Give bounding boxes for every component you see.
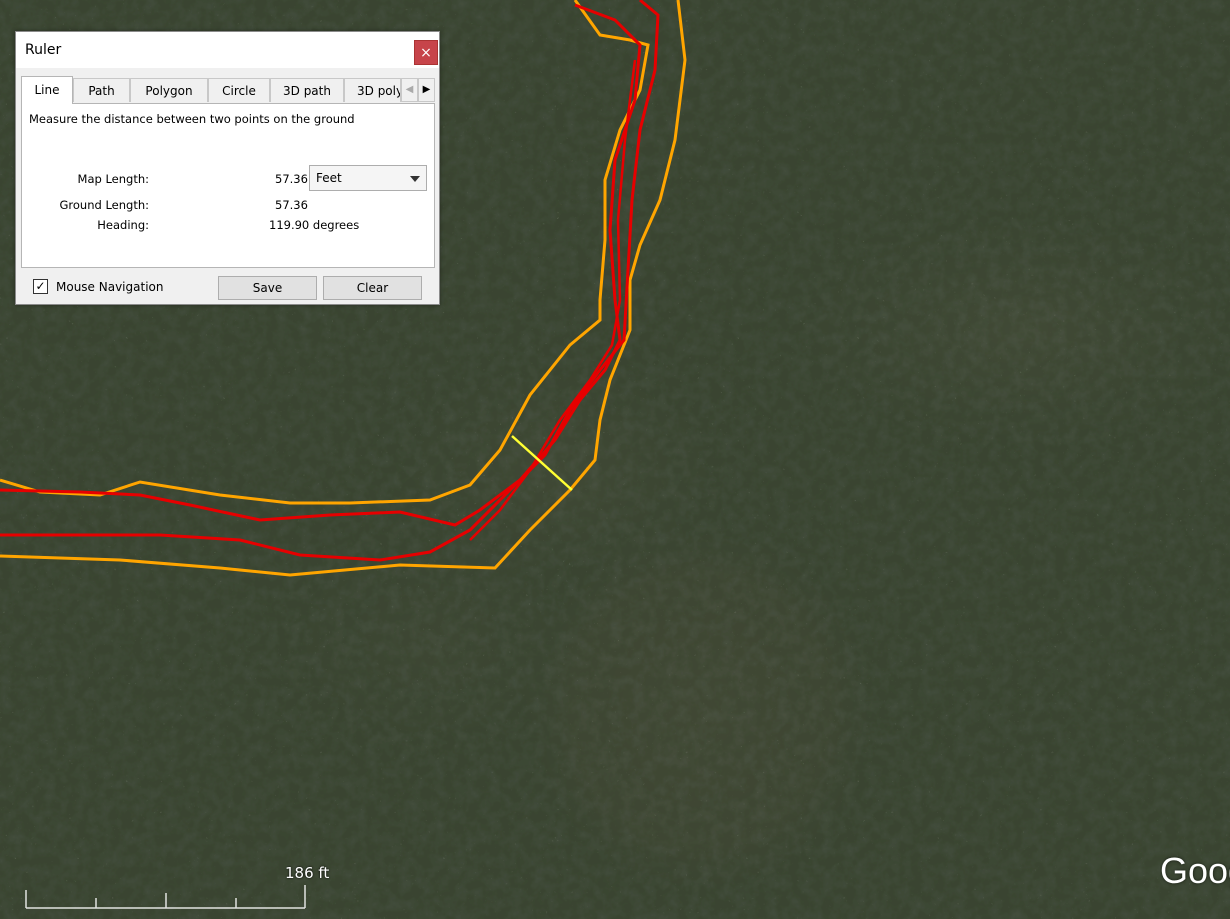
tab-scroll-right-icon[interactable]: ▶ <box>418 78 435 102</box>
heading-label: Heading: <box>97 218 149 232</box>
tab-description: Measure the distance between two points … <box>29 112 355 126</box>
clear-button[interactable]: Clear <box>323 276 422 300</box>
tab-circle[interactable]: Circle <box>208 78 270 102</box>
tab-scroll-left-icon[interactable]: ◀ <box>401 78 418 102</box>
close-icon: × <box>420 45 432 61</box>
tab-3d-path-label: 3D path <box>283 84 331 98</box>
save-button-label: Save <box>252 281 283 295</box>
clear-button-label: Clear <box>356 281 389 295</box>
tab-polygon[interactable]: Polygon <box>130 78 208 102</box>
tab-3d-path[interactable]: 3D path <box>270 78 344 102</box>
heading-value: 119.90 degrees <box>269 218 360 232</box>
map-length-label: Map Length: <box>77 172 149 186</box>
tab-path[interactable]: Path <box>73 78 130 102</box>
tab-3d-polygon[interactable]: 3D poly <box>344 78 401 102</box>
unit-select-value: Feet <box>316 171 342 185</box>
tab-line-label: Line <box>34 83 60 97</box>
mouse-navigation-text: Mouse Navigation <box>56 280 164 294</box>
tab-line[interactable]: Line <box>21 76 73 104</box>
tab-path-label: Path <box>88 84 115 98</box>
checkmark-icon: ✓ <box>35 279 46 293</box>
ruler-dialog: Ruler × Line Path Polygon Circle 3D path… <box>15 31 440 305</box>
map-length-value: 57.36 <box>275 172 308 186</box>
dialog-title: Ruler <box>25 42 62 58</box>
ground-length-value: 57.36 <box>275 198 308 212</box>
chevron-down-icon <box>410 176 420 182</box>
tab-polygon-label: Polygon <box>145 84 193 98</box>
mouse-navigation-label[interactable]: Mouse Navigation <box>56 280 163 294</box>
ruler-titlebar[interactable]: Ruler × <box>16 32 439 68</box>
line-tab-panel: Measure the distance between two points … <box>21 103 435 268</box>
scale-bar-label: 186 ft <box>285 864 330 882</box>
close-button[interactable]: × <box>414 40 438 65</box>
unit-select[interactable]: Feet <box>309 165 427 191</box>
tab-circle-label: Circle <box>222 84 256 98</box>
save-button[interactable]: Save <box>218 276 317 300</box>
tab-strip: Line Path Polygon Circle 3D path 3D poly… <box>21 76 439 104</box>
google-logo: Google <box>1160 850 1230 891</box>
ground-length-label: Ground Length: <box>59 198 150 212</box>
tab-3d-polygon-label: 3D poly <box>357 84 401 98</box>
mouse-navigation-checkbox[interactable]: ✓ <box>33 279 48 294</box>
